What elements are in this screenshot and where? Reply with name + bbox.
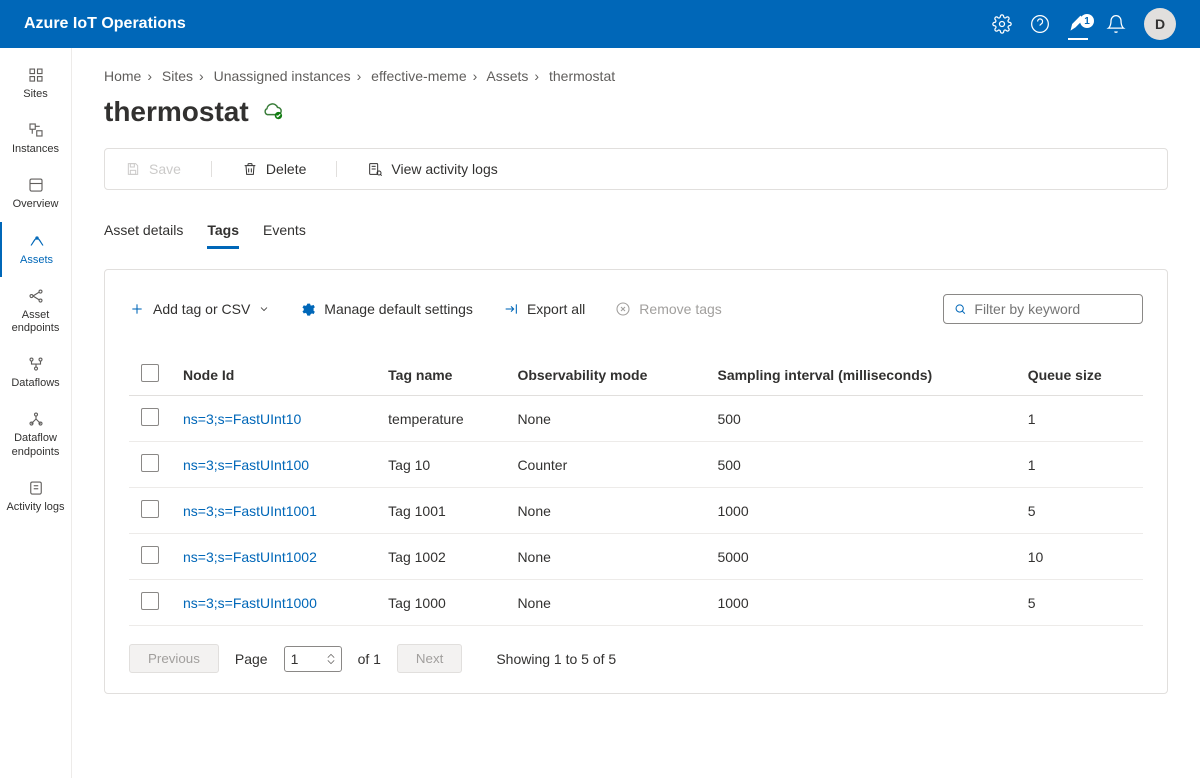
sidebar-item-overview[interactable]: Overview xyxy=(0,166,71,221)
col-observability[interactable]: Observability mode xyxy=(505,354,705,396)
sidebar-item-dataflow-endpoints[interactable]: Dataflow endpoints xyxy=(0,400,71,468)
node-id-link[interactable]: ns=3;s=FastUInt1000 xyxy=(171,580,376,626)
pager: Previous Page 1 of 1 Next Showing 1 to 5… xyxy=(129,644,1143,673)
queue-cell: 1 xyxy=(1016,396,1143,442)
table-row[interactable]: ns=3;s=FastUInt1001 Tag 1001 None 1000 5 xyxy=(129,488,1143,534)
observability-cell: None xyxy=(505,396,705,442)
tab-events[interactable]: Events xyxy=(263,216,306,249)
sidebar: Sites Instances Overview Assets Asset en… xyxy=(0,48,72,778)
tag-name-cell: Tag 1001 xyxy=(376,488,505,534)
tag-name-cell: Tag 1000 xyxy=(376,580,505,626)
topbar: Azure IoT Operations 1 D xyxy=(0,0,1200,48)
row-checkbox[interactable] xyxy=(141,408,159,426)
col-sampling[interactable]: Sampling interval (milliseconds) xyxy=(705,354,1015,396)
sidebar-item-assets[interactable]: Assets xyxy=(0,222,71,277)
sampling-cell: 500 xyxy=(705,442,1015,488)
sidebar-item-sites[interactable]: Sites xyxy=(0,56,71,111)
tags-panel: Add tag or CSV Manage default settings E… xyxy=(104,269,1168,694)
export-all-button[interactable]: Export all xyxy=(503,301,585,317)
tag-name-cell: temperature xyxy=(376,396,505,442)
page-stepper-icon[interactable] xyxy=(327,653,335,665)
sidebar-item-instances[interactable]: Instances xyxy=(0,111,71,166)
breadcrumb-unassigned[interactable]: Unassigned instances xyxy=(214,68,351,84)
page-title: thermostat xyxy=(104,96,249,128)
col-tag-name[interactable]: Tag name xyxy=(376,354,505,396)
help-icon[interactable] xyxy=(1030,14,1050,34)
tag-name-cell: Tag 1002 xyxy=(376,534,505,580)
sidebar-item-activity-logs[interactable]: Activity logs xyxy=(0,469,71,524)
table-row[interactable]: ns=3;s=FastUInt100 Tag 10 Counter 500 1 xyxy=(129,442,1143,488)
view-activity-logs-button[interactable]: View activity logs xyxy=(367,161,497,177)
sampling-cell: 1000 xyxy=(705,488,1015,534)
action-bar: Save Delete View activity logs xyxy=(104,148,1168,190)
tags-table: Node Id Tag name Observability mode Samp… xyxy=(129,354,1143,626)
node-id-link[interactable]: ns=3;s=FastUInt1002 xyxy=(171,534,376,580)
node-id-link[interactable]: ns=3;s=FastUInt100 xyxy=(171,442,376,488)
breadcrumb-assets[interactable]: Assets xyxy=(486,68,528,84)
queue-cell: 5 xyxy=(1016,488,1143,534)
node-id-link[interactable]: ns=3;s=FastUInt1001 xyxy=(171,488,376,534)
search-icon xyxy=(954,302,966,316)
previous-button: Previous xyxy=(129,644,219,673)
select-all-checkbox[interactable] xyxy=(141,364,159,382)
row-checkbox[interactable] xyxy=(141,454,159,472)
row-checkbox[interactable] xyxy=(141,500,159,518)
queue-cell: 5 xyxy=(1016,580,1143,626)
breadcrumb-home[interactable]: Home xyxy=(104,68,141,84)
breadcrumb-instance[interactable]: effective-meme xyxy=(371,68,466,84)
tabs: Asset details Tags Events xyxy=(104,216,1168,249)
page-input[interactable]: 1 xyxy=(284,646,342,672)
feedback-icon[interactable]: 1 xyxy=(1068,20,1088,40)
observability-cell: None xyxy=(505,488,705,534)
notifications-icon[interactable] xyxy=(1106,14,1126,34)
sidebar-item-asset-endpoints[interactable]: Asset endpoints xyxy=(0,277,71,345)
manage-default-settings-button[interactable]: Manage default settings xyxy=(300,301,473,317)
table-row[interactable]: ns=3;s=FastUInt1000 Tag 1000 None 1000 5 xyxy=(129,580,1143,626)
queue-cell: 1 xyxy=(1016,442,1143,488)
feedback-badge: 1 xyxy=(1080,14,1094,28)
main-content: Home› Sites› Unassigned instances› effec… xyxy=(72,48,1200,778)
queue-cell: 10 xyxy=(1016,534,1143,580)
row-checkbox[interactable] xyxy=(141,592,159,610)
table-row[interactable]: ns=3;s=FastUInt1002 Tag 1002 None 5000 1… xyxy=(129,534,1143,580)
cloud-synced-icon xyxy=(261,100,283,125)
showing-text: Showing 1 to 5 of 5 xyxy=(496,651,616,667)
observability-cell: None xyxy=(505,580,705,626)
row-checkbox[interactable] xyxy=(141,546,159,564)
filter-input[interactable] xyxy=(974,301,1132,317)
breadcrumb-current: thermostat xyxy=(549,68,615,84)
save-button: Save xyxy=(125,161,181,177)
settings-icon[interactable] xyxy=(992,14,1012,34)
sidebar-item-dataflows[interactable]: Dataflows xyxy=(0,345,71,400)
tab-tags[interactable]: Tags xyxy=(207,216,239,249)
sampling-cell: 1000 xyxy=(705,580,1015,626)
delete-button[interactable]: Delete xyxy=(242,161,306,177)
page-label: Page xyxy=(235,651,268,667)
breadcrumb-sites[interactable]: Sites xyxy=(162,68,193,84)
topbar-actions: 1 D xyxy=(992,8,1176,40)
observability-cell: None xyxy=(505,534,705,580)
remove-tags-button: Remove tags xyxy=(615,301,721,317)
filter-input-wrapper[interactable] xyxy=(943,294,1143,324)
user-avatar[interactable]: D xyxy=(1144,8,1176,40)
col-queue[interactable]: Queue size xyxy=(1016,354,1143,396)
app-title: Azure IoT Operations xyxy=(24,15,186,33)
table-row[interactable]: ns=3;s=FastUInt10 temperature None 500 1 xyxy=(129,396,1143,442)
add-tag-button[interactable]: Add tag or CSV xyxy=(129,301,270,317)
tag-name-cell: Tag 10 xyxy=(376,442,505,488)
breadcrumb: Home› Sites› Unassigned instances› effec… xyxy=(104,68,1168,84)
observability-cell: Counter xyxy=(505,442,705,488)
of-label: of 1 xyxy=(358,651,381,667)
col-node-id[interactable]: Node Id xyxy=(171,354,376,396)
sampling-cell: 500 xyxy=(705,396,1015,442)
sampling-cell: 5000 xyxy=(705,534,1015,580)
node-id-link[interactable]: ns=3;s=FastUInt10 xyxy=(171,396,376,442)
next-button: Next xyxy=(397,644,462,673)
tab-asset-details[interactable]: Asset details xyxy=(104,216,183,249)
